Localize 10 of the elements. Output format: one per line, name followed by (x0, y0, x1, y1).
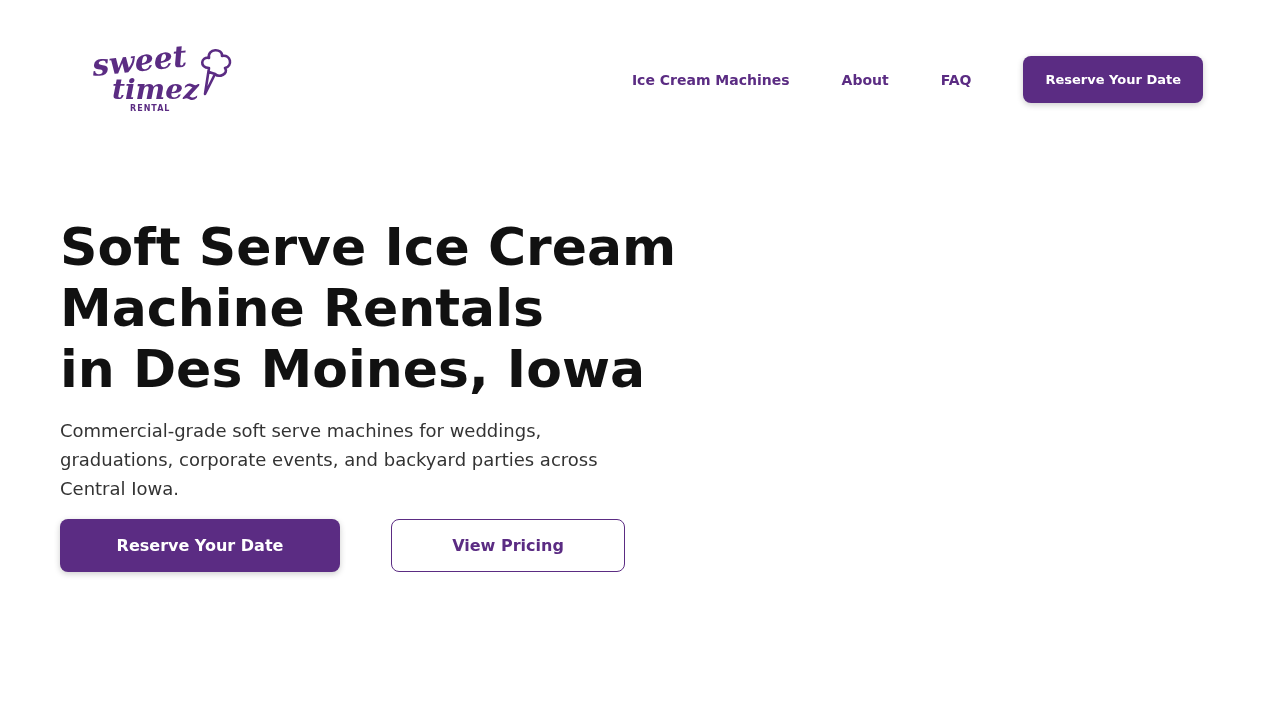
nav-link[interactable]: Ice Cream Machines (631, 71, 790, 88)
hero-description: Commercial-grade soft serve machines for weddings, graduations, corporate events, and backyard parties across Central Iowa. (60, 419, 599, 501)
nav-link[interactable]: About (841, 71, 889, 88)
reserve-button[interactable]: Reserve Your Date (60, 519, 340, 572)
reserve-button[interactable]: Reserve Your Date (1023, 56, 1203, 103)
pricing-button[interactable]: View Pricing (391, 519, 625, 572)
logo-tagline: RENTAL (130, 104, 171, 113)
hero-heading: Soft Serve Ice Cream Machine Rentals in Des Moines, Iowa (60, 217, 678, 400)
nav-link[interactable]: FAQ (940, 71, 972, 88)
logo-wordmark[interactable]: timez (112, 76, 199, 104)
